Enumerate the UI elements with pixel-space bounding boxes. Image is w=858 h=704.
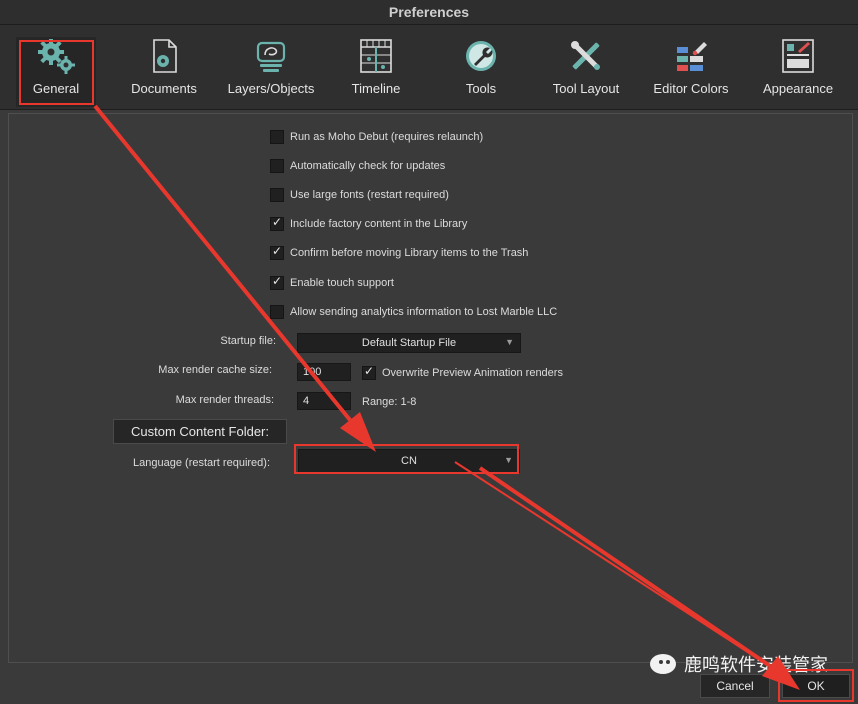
language-select[interactable]: CN ▼: [298, 449, 520, 473]
checkbox-large-fonts[interactable]: Use large fonts (restart required): [270, 188, 449, 202]
watermark-text: 鹿鸣软件安装管家: [684, 655, 828, 675]
chevron-down-icon: ▼: [504, 455, 513, 465]
checkbox-factory-content[interactable]: ✓ Include factory content in the Library: [270, 215, 468, 231]
custom-content-folder-button[interactable]: Custom Content Folder:: [113, 419, 287, 444]
check-mark-icon: ✓: [272, 274, 283, 288]
checkbox-box[interactable]: ✓: [270, 244, 284, 260]
tab-tool-layout[interactable]: Tool Layout: [548, 37, 624, 107]
wrench-icon: [446, 37, 516, 75]
checkbox-label: Use large fonts (restart required): [290, 189, 449, 201]
checkbox-box[interactable]: ✓: [362, 364, 376, 380]
tab-documents[interactable]: Documents: [124, 37, 204, 107]
checkbox-analytics[interactable]: Allow sending analytics information to L…: [270, 305, 557, 319]
checkbox-box[interactable]: ✓: [270, 215, 284, 231]
checkbox-label: Automatically check for updates: [290, 160, 446, 172]
timeline-icon: [340, 37, 412, 75]
checkbox-label: Allow sending analytics information to L…: [290, 306, 558, 318]
palette-icon: [648, 37, 734, 75]
chevron-down-icon: ▼: [505, 337, 514, 347]
tab-label: Editor Colors: [653, 81, 729, 96]
startup-file-select[interactable]: Default Startup File ▼: [297, 333, 521, 353]
tab-label: Tools: [465, 81, 497, 96]
tab-label: Tool Layout: [552, 81, 620, 96]
check-mark-icon: ✓: [364, 364, 375, 378]
tab-label: Documents: [131, 81, 197, 96]
language-label: Language (restart required):: [133, 457, 270, 469]
title-bar: Preferences: [0, 0, 858, 25]
threads-range-text: Range: 1-8: [362, 396, 417, 408]
checkbox-run-as-debut[interactable]: Run as Moho Debut (requires relaunch): [270, 130, 483, 144]
tab-general[interactable]: General: [16, 37, 96, 107]
wechat-icon: [650, 654, 676, 674]
cache-size-input[interactable]: 100: [297, 363, 351, 381]
tab-appearance[interactable]: Appearance: [758, 37, 838, 107]
checkbox-confirm-trash[interactable]: ✓ Confirm before moving Library items to…: [270, 244, 529, 260]
checkbox-label: Include factory content in the Library: [290, 218, 468, 230]
ok-button[interactable]: OK: [782, 674, 850, 698]
checkbox-check-updates[interactable]: Automatically check for updates: [270, 159, 445, 173]
render-threads-input[interactable]: 4: [297, 392, 351, 410]
startup-file-label: Startup file:: [220, 335, 276, 347]
check-mark-icon: ✓: [272, 244, 283, 258]
tools-cross-icon: [548, 37, 624, 75]
tab-tools[interactable]: Tools: [446, 37, 516, 107]
document-icon: [124, 37, 204, 75]
watermark: 鹿鸣软件安装管家: [650, 651, 828, 677]
checkbox-box[interactable]: [270, 159, 284, 173]
checkbox-label: Overwrite Preview Animation renders: [382, 367, 563, 379]
tab-editor-colors[interactable]: Editor Colors: [648, 37, 734, 107]
appearance-icon: [758, 37, 838, 75]
window-title: Preferences: [388, 4, 470, 20]
checkbox-box[interactable]: [270, 130, 284, 144]
layers-icon: [224, 37, 318, 75]
checkbox-box[interactable]: [270, 188, 284, 202]
check-mark-icon: ✓: [272, 215, 283, 229]
checkbox-label: Enable touch support: [290, 277, 394, 289]
tab-label: General: [32, 81, 80, 96]
language-value: CN: [401, 455, 417, 467]
preferences-tab-bar: General Documents Layers/Objects Timelin…: [0, 25, 858, 110]
checkbox-overwrite-preview[interactable]: ✓ Overwrite Preview Animation renders: [362, 364, 563, 380]
tab-label: Timeline: [351, 81, 401, 96]
checkbox-touch-support[interactable]: ✓ Enable touch support: [270, 274, 394, 290]
tab-label: Layers/Objects: [227, 81, 315, 96]
startup-file-value: Default Startup File: [361, 337, 457, 349]
checkbox-label: Run as Moho Debut (requires relaunch): [290, 131, 484, 143]
checkbox-label: Confirm before moving Library items to t…: [290, 247, 529, 259]
tab-layers-objects[interactable]: Layers/Objects: [224, 37, 318, 107]
checkbox-box[interactable]: ✓: [270, 274, 284, 290]
tab-label: Appearance: [762, 81, 834, 96]
gear-icon: [16, 37, 96, 75]
checkbox-box[interactable]: [270, 305, 284, 319]
tab-timeline[interactable]: Timeline: [340, 37, 412, 107]
render-threads-label: Max render threads:: [175, 394, 274, 406]
cache-size-label: Max render cache size:: [158, 364, 272, 376]
cancel-button[interactable]: Cancel: [700, 674, 770, 698]
